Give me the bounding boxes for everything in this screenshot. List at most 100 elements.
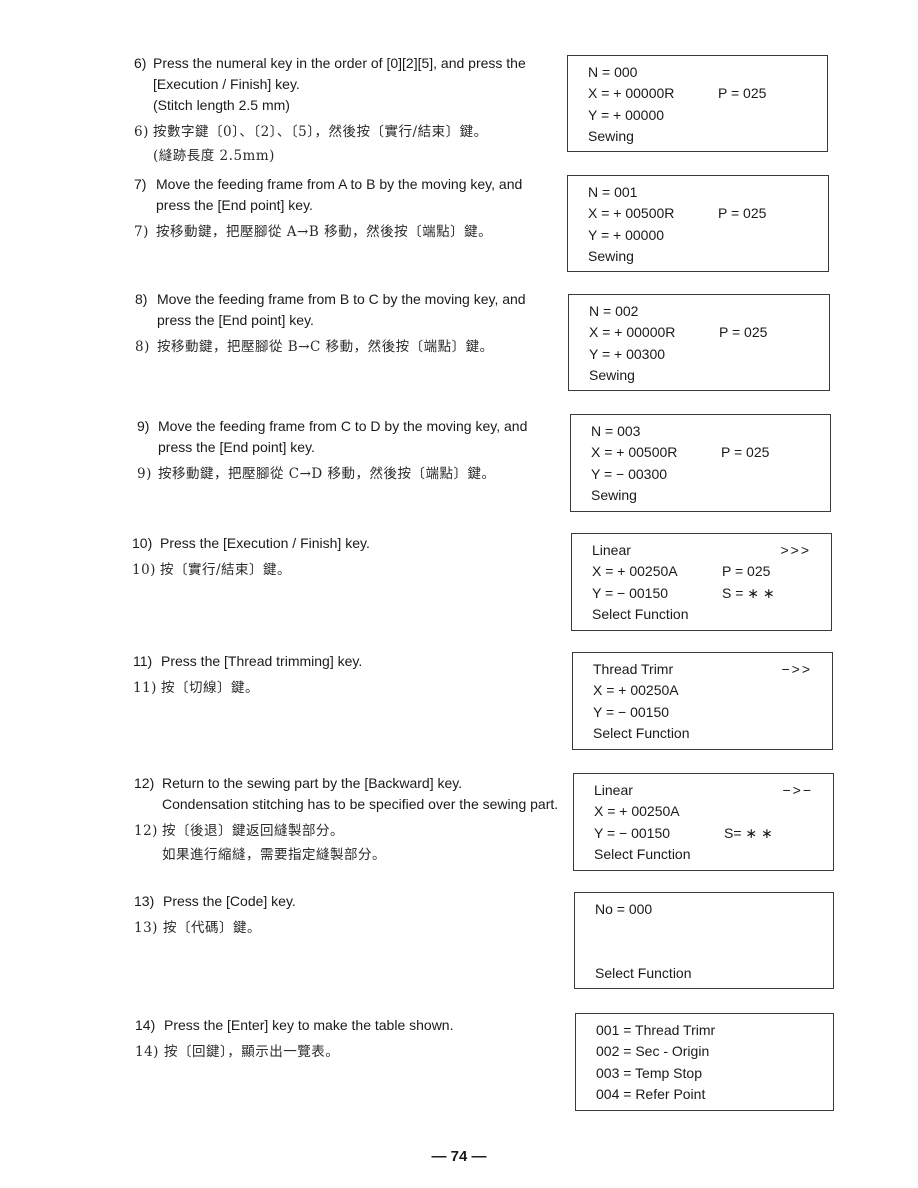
english-text: Return to the sewing part by the [Backwa… bbox=[162, 775, 463, 791]
english-line: 6) Press the numeral key in the order of … bbox=[134, 53, 526, 74]
english-line: press the [End point] key. bbox=[137, 437, 527, 458]
instruction-text: 8) Move the feeding frame from B to C by … bbox=[135, 289, 526, 358]
lcd-field: Thread Trimr bbox=[593, 661, 674, 677]
chinese-line: 10) 按〔實行/結束〕鍵。 bbox=[132, 560, 370, 581]
lcd-display-panel: N = 003 X = + 00500R P = 025 Y = − 00300 Sew… bbox=[570, 414, 831, 512]
english-line: 13) Press the [Code] key. bbox=[134, 891, 296, 912]
english-line: 11) Press the [Thread trimming] key. bbox=[133, 651, 362, 672]
english-text: Move the feeding frame from C to D by th… bbox=[158, 418, 528, 434]
english-text: [Execution / Finish] key. bbox=[153, 76, 300, 92]
english-line: 10) Press the [Execution / Finish] key. bbox=[132, 533, 370, 554]
lcd-row: X = + 00250A bbox=[594, 801, 819, 822]
instruction-text: 12) Return to the sewing part by the [Bac… bbox=[134, 773, 558, 866]
chinese-step-number: 7) bbox=[134, 224, 149, 240]
chinese-text: 按移動鍵，把壓腳從 C→D 移動，然後按〔端點〕鍵。 bbox=[158, 466, 496, 482]
lcd-indicator: −>− bbox=[782, 782, 813, 798]
lcd-field: Sewing bbox=[588, 247, 634, 264]
lcd-row: Sewing bbox=[591, 485, 816, 506]
lcd-field: 001 = Thread Trimr bbox=[596, 1022, 716, 1038]
lcd-field: Select Function bbox=[592, 605, 689, 622]
lcd-field: Y = − 00150 bbox=[592, 584, 669, 601]
chinese-step-number: 13) bbox=[134, 920, 158, 936]
chinese-text: 按〔後退〕鍵返回縫製部分。 bbox=[162, 823, 344, 839]
chinese-line: 7) 按移動鍵，把壓腳從 A→B 移動，然後按〔端點〕鍵。 bbox=[134, 222, 522, 243]
page-number: — 74 — bbox=[431, 1148, 487, 1165]
english-text: Press the [Enter] key to make the table … bbox=[164, 1017, 454, 1033]
chinese-step-number: 6) bbox=[134, 124, 149, 140]
lcd-field: Y = + 00000 bbox=[588, 106, 665, 123]
chinese-text: 按〔回鍵〕，顯示出一覽表。 bbox=[164, 1044, 340, 1060]
lcd-row: X = + 00250A bbox=[593, 680, 818, 701]
lcd-field: Y = − 00300 bbox=[591, 465, 668, 482]
lcd-display-panel: Linear >>> X = + 00250A P = 025 Y = − 00150 S… bbox=[571, 533, 832, 631]
instruction-text: 7) Move the feeding frame from A to B by … bbox=[134, 174, 522, 243]
chinese-line: 如果進行縮縫，需要指定縫製部分。 bbox=[134, 845, 558, 866]
lcd-row: N = 002 bbox=[589, 301, 815, 322]
lcd-param: P = 025 bbox=[721, 444, 770, 461]
lcd-field: X = + 00250A bbox=[593, 682, 679, 699]
step-number: 9) bbox=[137, 418, 150, 434]
lcd-row: 001 = Thread Trimr bbox=[596, 1020, 819, 1041]
english-text: Move the feeding frame from A to B by th… bbox=[156, 176, 523, 192]
lcd-row: Y = − 00150 bbox=[593, 702, 818, 723]
chinese-line: 8) 按移動鍵，把壓腳從 B→C 移動，然後按〔端點〕鍵。 bbox=[135, 337, 526, 358]
lcd-display-panel: 001 = Thread Trimr 002 = Sec - Origin 003 … bbox=[575, 1013, 834, 1111]
instruction-text: 6) Press the numeral key in the order of … bbox=[134, 53, 526, 167]
chinese-line: (縫跡長度 2.5mm) bbox=[134, 146, 526, 167]
lcd-row: X = + 00000R P = 025 bbox=[588, 83, 813, 104]
english-text: Press the numeral key in the order of [0… bbox=[153, 55, 526, 71]
lcd-row: X = + 00500R P = 025 bbox=[588, 203, 814, 224]
step-number: 8) bbox=[135, 291, 148, 307]
english-text: Move the feeding frame from B to C by th… bbox=[157, 291, 526, 307]
chinese-text: (縫跡長度 2.5mm) bbox=[153, 148, 275, 164]
step-number: 13) bbox=[134, 893, 155, 909]
step-number: 11) bbox=[133, 653, 153, 669]
english-text: Press the [Execution / Finish] key. bbox=[160, 535, 370, 551]
lcd-row: Thread Trimr −>> bbox=[593, 659, 818, 680]
lcd-field: 003 = Temp Stop bbox=[596, 1064, 702, 1081]
chinese-step-number: 10) bbox=[132, 562, 156, 578]
chinese-line: 14) 按〔回鍵〕，顯示出一覽表。 bbox=[135, 1042, 453, 1063]
chinese-step-number: 8) bbox=[135, 339, 150, 355]
lcd-field: Sewing bbox=[588, 127, 634, 144]
step-number: 10) bbox=[132, 535, 153, 551]
english-text: Press the [Thread trimming] key. bbox=[161, 653, 363, 669]
lcd-row bbox=[595, 920, 819, 941]
lcd-indicator: >>> bbox=[780, 542, 811, 558]
lcd-row: No = 000 bbox=[595, 899, 819, 920]
lcd-display-panel: N = 000 X = + 00000R P = 025 Y = + 00000 Sew… bbox=[567, 55, 828, 152]
lcd-field: X = + 00500R bbox=[591, 444, 678, 461]
step-number: 14) bbox=[135, 1017, 156, 1033]
chinese-text: 按數字鍵〔0〕、〔2〕、〔5〕，然後按〔實行/結束〕鍵。 bbox=[153, 124, 488, 140]
lcd-indicator: −>> bbox=[781, 661, 812, 677]
lcd-field: N = 001 bbox=[588, 184, 638, 200]
lcd-field: X = + 00500R bbox=[588, 205, 675, 222]
lcd-field: X = + 00250A bbox=[592, 563, 678, 580]
instruction-text: 11) Press the [Thread trimming] key. 11) 按〔… bbox=[133, 651, 362, 699]
lcd-display-panel: N = 002 X = + 00000R P = 025 Y = + 00300 Sew… bbox=[568, 294, 830, 391]
lcd-field: 002 = Sec - Origin bbox=[596, 1043, 710, 1060]
lcd-row: Y = + 00300 bbox=[589, 344, 815, 365]
chinese-step-number: 11) bbox=[133, 680, 157, 696]
english-text: Condensation stitching has to be specifi… bbox=[162, 796, 559, 812]
lcd-field: Linear bbox=[592, 542, 631, 558]
lcd-row bbox=[595, 942, 819, 963]
english-text: press the [End point] key. bbox=[157, 312, 314, 328]
lcd-field: 004 = Refer Point bbox=[596, 1085, 706, 1102]
english-line: (Stitch length 2.5 mm) bbox=[134, 95, 526, 116]
lcd-row: Sewing bbox=[588, 126, 813, 147]
lcd-row: Linear >>> bbox=[592, 540, 817, 561]
chinese-line: 9) 按移動鍵，把壓腳從 C→D 移動，然後按〔端點〕鍵。 bbox=[137, 464, 527, 485]
instruction-text: 14) Press the [Enter] key to make the tab… bbox=[135, 1015, 453, 1063]
step-number: 7) bbox=[134, 176, 147, 192]
lcd-field: N = 000 bbox=[588, 64, 638, 80]
lcd-row: Select Function bbox=[593, 723, 818, 744]
instruction-text: 9) Move the feeding frame from C to D by … bbox=[137, 416, 527, 485]
chinese-text: 按移動鍵，把壓腳從 B→C 移動，然後按〔端點〕鍵。 bbox=[157, 339, 494, 355]
lcd-param: S = ∗ ∗ bbox=[722, 584, 775, 601]
chinese-line: 11) 按〔切線〕鍵。 bbox=[133, 678, 362, 699]
lcd-row: X = + 00500R P = 025 bbox=[591, 442, 816, 463]
lcd-row: Y = − 00300 bbox=[591, 464, 816, 485]
lcd-row: N = 003 bbox=[591, 421, 816, 442]
chinese-line: 13) 按〔代碼〕鍵。 bbox=[134, 918, 296, 939]
